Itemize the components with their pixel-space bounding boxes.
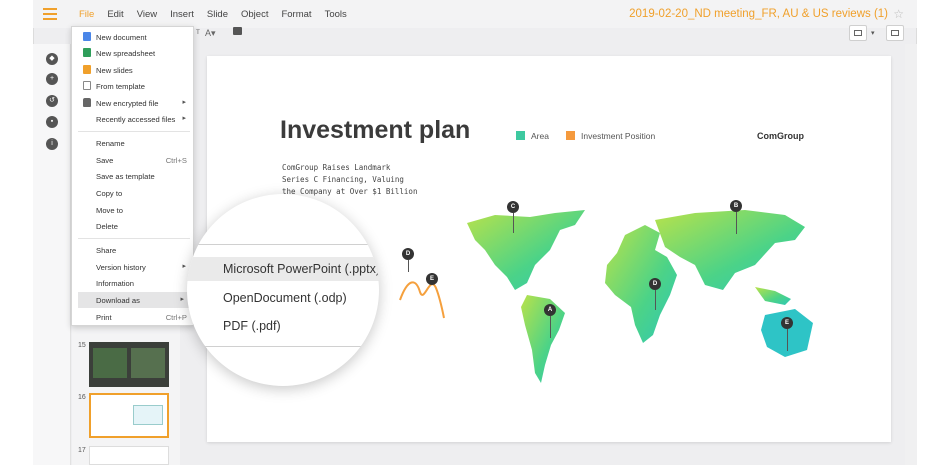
map-pin-d-small[interactable]: D — [402, 248, 414, 260]
slide-thumbnail[interactable] — [89, 446, 169, 465]
tag-icon[interactable]: ◆ — [46, 53, 58, 65]
download-pdf-option[interactable]: PDF (.pdf) — [223, 319, 281, 333]
menu-item-information[interactable]: Information — [72, 275, 193, 291]
left-rail — [33, 44, 71, 465]
chevron-right-icon: ▸ — [182, 115, 186, 122]
thumbnail-number: 17 — [78, 447, 86, 454]
map-pin-c[interactable]: C — [507, 201, 519, 213]
pin-line — [787, 329, 788, 351]
menu-item-print[interactable]: Print Ctrl+P — [72, 309, 193, 325]
info-icon[interactable]: i — [46, 138, 58, 150]
menu-item-move-to[interactable]: Move to — [72, 202, 193, 218]
document-icon — [83, 32, 91, 41]
legend-area-label: Area — [531, 131, 549, 141]
menu-item-save[interactable]: Save Ctrl+S — [72, 152, 193, 168]
menu-item-version-history[interactable]: Version history ▸ — [72, 259, 193, 275]
chevron-right-icon: ▸ — [182, 263, 186, 270]
brand-name: ComGroup — [757, 131, 804, 141]
map-pin-b[interactable]: B — [730, 200, 742, 212]
menu-item-new-document[interactable]: New document — [72, 29, 193, 45]
pin-line — [513, 213, 514, 233]
slide-title: Investment plan — [280, 116, 471, 144]
panel-toggle-button[interactable] — [886, 25, 904, 41]
map-pin-a[interactable]: A — [544, 304, 556, 316]
menu-item-from-template[interactable]: From template — [72, 78, 193, 94]
right-panel-scrollbar[interactable] — [905, 44, 917, 465]
menu-insert[interactable]: Insert — [170, 9, 194, 20]
menu-object[interactable]: Object — [241, 9, 268, 20]
chevron-down-icon[interactable]: ▾ — [871, 29, 875, 37]
slides-icon — [83, 65, 91, 74]
pin-line — [655, 290, 656, 310]
menu-item-rename[interactable]: Rename — [72, 135, 193, 151]
lock-icon[interactable]: ▪ — [46, 116, 58, 128]
star-icon[interactable]: ☆ — [893, 7, 904, 21]
menu-edit[interactable]: Edit — [107, 9, 123, 20]
menu-item-copy-to[interactable]: Copy to — [72, 185, 193, 201]
map-pin-e-small[interactable]: E — [426, 273, 438, 285]
legend-area-swatch — [516, 131, 525, 140]
menu-tools[interactable]: Tools — [325, 9, 347, 20]
map-pin-e[interactable]: E — [781, 317, 793, 329]
pin-line — [408, 260, 409, 272]
document-title[interactable]: 2019-02-20_ND meeting_FR, AU & US review… — [629, 8, 888, 20]
menu-divider — [78, 238, 190, 239]
menu-item-recently-accessed[interactable]: Recently accessed files ▸ — [72, 111, 193, 127]
text-color-icon[interactable]: A▾ — [205, 28, 216, 39]
comment-icon[interactable] — [233, 27, 242, 35]
menu-item-download-as[interactable]: Download as ▸ — [78, 292, 191, 308]
spreadsheet-icon — [83, 48, 91, 57]
file-menu: New document New spreadsheet New slides … — [71, 26, 194, 326]
download-pptx-option[interactable]: Microsoft PowerPoint (.pptx) — [223, 262, 379, 276]
lock-icon — [83, 98, 91, 107]
slide-thumbnail[interactable] — [89, 342, 169, 387]
history-icon[interactable]: ↺ — [46, 95, 58, 107]
slide-subtitle: ComGroup Raises Landmark Series C Financ… — [282, 163, 418, 196]
pin-line — [736, 212, 737, 234]
pin-line — [550, 316, 551, 338]
menu-item-delete[interactable]: Delete — [72, 218, 193, 234]
add-user-icon[interactable]: + — [46, 73, 58, 85]
template-icon — [83, 81, 91, 90]
download-odp-option[interactable]: OpenDocument (.odp) — [223, 291, 347, 305]
slide-thumbnail-selected[interactable] — [89, 393, 169, 438]
menu-item-share[interactable]: Share — [72, 242, 193, 258]
investment-position-path — [399, 281, 445, 319]
menu-file[interactable]: File — [79, 9, 94, 20]
chevron-right-icon: ▸ — [180, 296, 184, 303]
chevron-right-icon: ▸ — [182, 99, 186, 106]
world-map-illustration — [467, 210, 813, 383]
menu-item-new-slides[interactable]: New slides — [72, 62, 193, 78]
menu-view[interactable]: View — [137, 9, 157, 20]
menu-item-new-encrypted-file[interactable]: New encrypted file ▸ — [72, 95, 193, 111]
download-submenu-magnifier: Microsoft PowerPoint (.pptx) OpenDocumen… — [187, 194, 379, 386]
map-pin-d[interactable]: D — [649, 278, 661, 290]
legend-investment-swatch — [566, 131, 575, 140]
thumbnail-number: 15 — [78, 342, 86, 349]
legend-investment-label: Investment Position — [581, 131, 656, 141]
menu-divider — [78, 131, 190, 132]
submenu-top-edge — [187, 244, 379, 245]
menu-items: File Edit View Insert Slide Object Forma… — [79, 9, 360, 20]
submenu-bottom-edge — [187, 346, 379, 347]
thumbnail-number: 16 — [78, 394, 86, 401]
menu-format[interactable]: Format — [281, 9, 311, 20]
text-style-icon[interactable]: ᵀ — [196, 28, 200, 38]
menu-item-save-as-template[interactable]: Save as template — [72, 168, 193, 184]
present-button[interactable] — [849, 25, 867, 41]
hamburger-menu-icon[interactable] — [43, 8, 57, 20]
menu-slide[interactable]: Slide — [207, 9, 228, 20]
menu-item-new-spreadsheet[interactable]: New spreadsheet — [72, 45, 193, 61]
